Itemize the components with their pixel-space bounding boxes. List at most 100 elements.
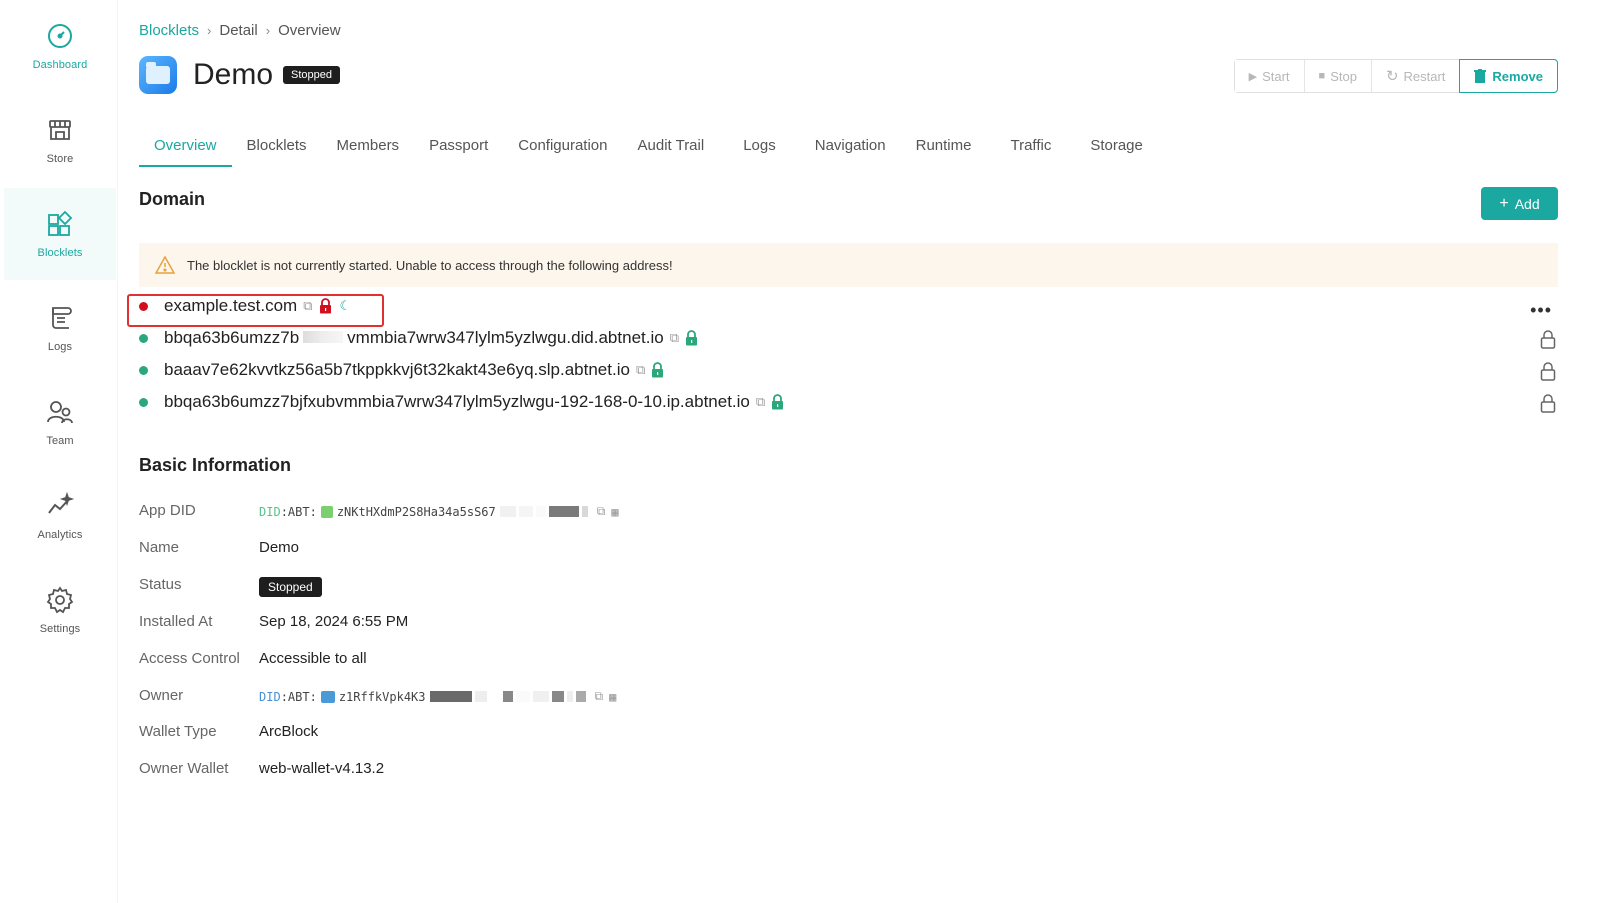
tab-storage[interactable]: Storage	[1075, 131, 1158, 171]
label-owner: Owner	[139, 687, 184, 704]
lock-outline-icon[interactable]	[1540, 393, 1556, 413]
dashboard-icon	[48, 24, 72, 48]
label-owner-wallet: Owner Wallet	[139, 760, 229, 777]
trash-icon	[1474, 69, 1487, 83]
settings-icon	[46, 586, 74, 614]
domain-row: bbqa63b6umzz7b vmmbia7wrw347lylm5yzlwgu.d…	[139, 324, 698, 352]
label-installed-at: Installed At	[139, 613, 213, 630]
domain-link[interactable]: bbqa63b6umzz7b vmmbia7wrw347lylm5yzlwgu.d…	[164, 328, 664, 348]
tab-navigation[interactable]: Navigation	[800, 131, 901, 171]
sidebar-item-analytics[interactable]: Analytics	[4, 470, 116, 562]
add-domain-button[interactable]: + Add	[1481, 187, 1558, 220]
lock-outline-icon[interactable]	[1540, 361, 1556, 381]
chevron-right-icon: ›	[207, 23, 212, 38]
value-owner-wallet: web-wallet-v4.13.2	[259, 760, 385, 777]
copy-icon[interactable]: ⧉	[595, 689, 604, 704]
page-title: Demo	[193, 58, 274, 91]
more-options-icon[interactable]: •••	[1530, 300, 1552, 321]
status-badge: Stopped	[283, 66, 341, 84]
qrcode-icon[interactable]: ▦	[611, 505, 618, 519]
app-logo-icon	[139, 56, 177, 94]
sidebar-item-label: Logs	[47, 341, 73, 353]
tab-configuration[interactable]: Configuration	[503, 131, 622, 171]
copy-icon[interactable]: ⧉	[756, 394, 765, 410]
sidebar-item-store[interactable]: Store	[4, 94, 116, 186]
tab-audit-trail[interactable]: Audit Trail	[623, 131, 720, 171]
label-name: Name	[139, 539, 180, 556]
tab-blocklets[interactable]: Blocklets	[232, 131, 322, 171]
sidebar-item-label: Store	[46, 153, 74, 165]
sidebar-item-settings[interactable]: Settings	[4, 564, 116, 656]
status-badge: Stopped	[259, 577, 322, 597]
start-button[interactable]: ▶ Start	[1234, 60, 1305, 92]
sidebar-item-dashboard[interactable]: Dashboard	[4, 0, 116, 92]
copy-icon[interactable]: ⧉	[636, 362, 645, 378]
did-avatar-icon	[320, 690, 335, 703]
redacted-block	[499, 506, 591, 517]
stop-icon: ■	[1318, 70, 1326, 82]
breadcrumb-detail[interactable]: Detail	[219, 22, 257, 39]
domain-row: baaav7e62kvvtkz56a5b7tkppkkvj6t32kakt43e…	[139, 356, 664, 384]
redacted-block	[429, 691, 589, 702]
label-wallet-type: Wallet Type	[139, 723, 217, 740]
warning-text: The blocklet is not currently started. U…	[187, 257, 673, 273]
play-icon: ▶	[1248, 70, 1258, 83]
copy-icon[interactable]: ⧉	[597, 504, 606, 519]
breadcrumb-overview: Overview	[278, 22, 341, 39]
value-app-did: DID:ABT: zNKtHXdmP2S8Ha34a5sS67 ⧉ ▦	[259, 504, 619, 519]
lock-icon	[652, 362, 664, 378]
sidebar-item-blocklets[interactable]: Blocklets	[4, 188, 116, 280]
did-avatar-icon	[320, 505, 333, 518]
copy-icon[interactable]: ⧉	[303, 298, 312, 314]
sidebar-item-team[interactable]: Team	[4, 376, 116, 468]
domain-section-title: Domain	[139, 189, 206, 209]
lock-icon	[319, 298, 331, 314]
domain-row: example.test.com ⧉ ☾	[139, 292, 351, 320]
label-app-did: App DID	[139, 502, 196, 519]
tab-runtime[interactable]: Runtime	[901, 131, 996, 171]
tab-bar: Overview Blocklets Members Passport Conf…	[139, 131, 1158, 171]
redacted-block	[303, 331, 344, 343]
domain-link[interactable]: bbqa63b6umzz7bjfxubvmmbia7wrw347lylm5yzl…	[164, 392, 750, 412]
remove-button[interactable]: Remove	[1459, 59, 1558, 93]
qrcode-icon[interactable]: ▦	[609, 690, 616, 704]
page-header: Demo Stopped	[139, 56, 341, 94]
blocklets-icon	[48, 210, 73, 236]
domain-row: bbqa63b6umzz7bjfxubvmmbia7wrw347lylm5yzl…	[139, 388, 784, 416]
sidebar-item-label: Settings	[39, 623, 81, 635]
stop-button[interactable]: ■ Stop	[1304, 60, 1372, 92]
status-dot-red	[139, 301, 148, 311]
breadcrumb: Blocklets › Detail › Overview	[139, 22, 341, 39]
value-name: Demo	[259, 539, 300, 556]
status-dot-green	[139, 333, 148, 343]
value-access-control: Accessible to all	[259, 650, 367, 667]
plus-icon: +	[1499, 194, 1509, 212]
tab-overview[interactable]: Overview	[139, 131, 232, 171]
restart-button[interactable]: ↻ Restart	[1371, 60, 1461, 92]
lock-outline-icon[interactable]	[1540, 329, 1556, 349]
sidebar-item-logs[interactable]: Logs	[4, 282, 116, 374]
sidebar: Dashboard Store Blocklets Logs Team Anal…	[0, 0, 118, 903]
value-status: Stopped	[259, 577, 322, 597]
sidebar-item-label: Analytics	[37, 529, 83, 541]
copy-icon[interactable]: ⧉	[670, 330, 679, 346]
breadcrumb-blocklets[interactable]: Blocklets	[139, 22, 199, 39]
tab-members[interactable]: Members	[322, 131, 415, 171]
domain-link[interactable]: example.test.com	[164, 296, 297, 316]
status-dot-green	[139, 365, 148, 375]
value-owner: DID:ABT: z1RffkVpk4K3 ⧉ ▦	[259, 689, 617, 704]
sidebar-item-label: Team	[46, 435, 74, 447]
status-dot-green	[139, 397, 148, 407]
label-access-control: Access Control	[139, 650, 240, 667]
tab-traffic[interactable]: Traffic	[995, 131, 1075, 171]
loading-spinner-icon: ☾	[339, 298, 352, 313]
lock-icon	[686, 330, 697, 346]
domain-link[interactable]: baaav7e62kvvtkz56a5b7tkppkkvj6t32kakt43e…	[164, 360, 630, 380]
tab-passport[interactable]: Passport	[414, 131, 503, 171]
analytics-icon	[48, 491, 75, 514]
sidebar-item-label: Blocklets	[37, 247, 83, 259]
value-installed-at: Sep 18, 2024 6:55 PM	[259, 613, 409, 630]
basic-info-title: Basic Information	[139, 455, 292, 475]
action-button-group: ▶ Start ■ Stop ↻ Restart Remove	[1233, 59, 1558, 93]
tab-logs[interactable]: Logs	[719, 131, 800, 171]
